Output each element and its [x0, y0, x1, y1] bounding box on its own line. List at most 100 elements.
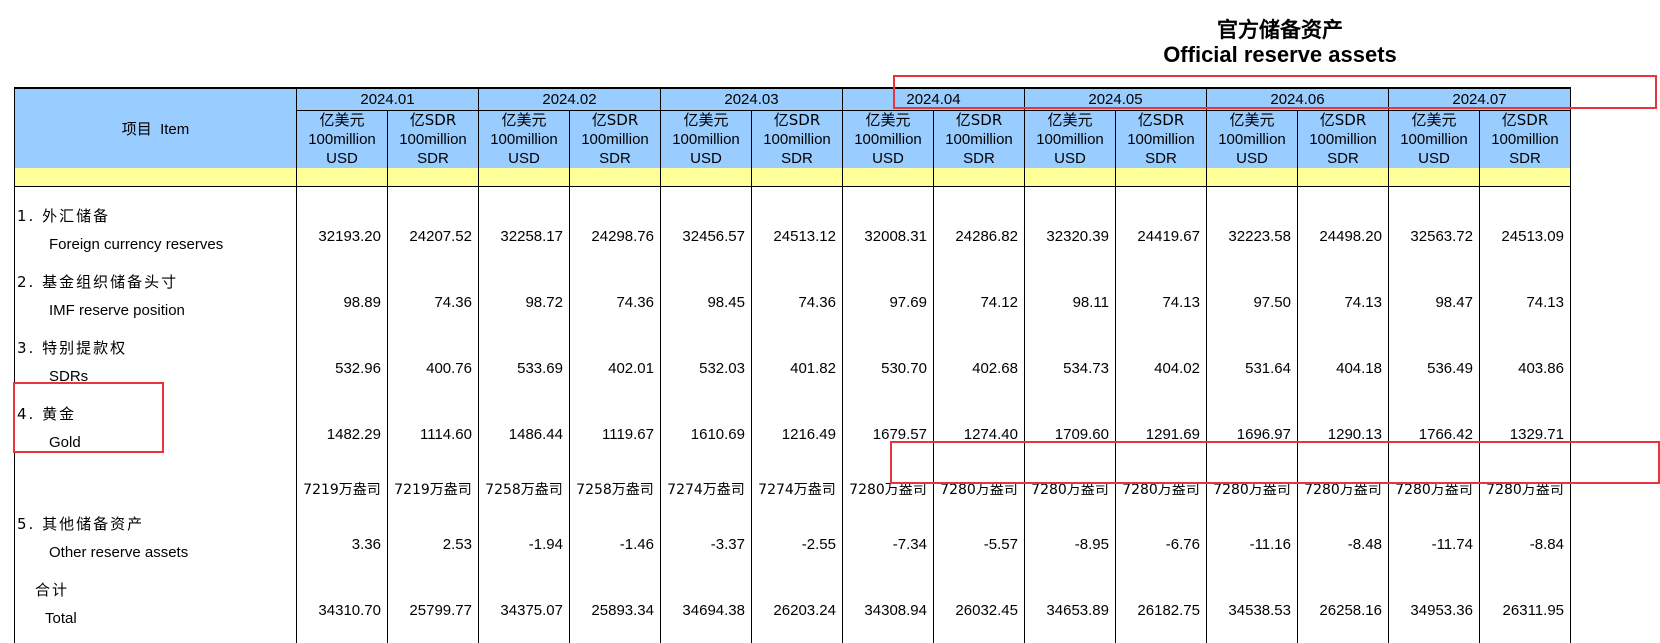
value-cell: 1709.60 [1024, 401, 1116, 467]
spacer-cell [1297, 186, 1389, 203]
header-band-cell [660, 168, 752, 187]
value-cell: 32193.20 [296, 203, 388, 269]
unit-text: SDR [1509, 150, 1541, 167]
header-band-cell [1479, 168, 1571, 187]
unit-text: 亿美元 [1047, 111, 1093, 129]
gold-ounces-cell: 7258万盎司 [478, 467, 570, 511]
unit-text: USD [872, 150, 904, 167]
value-cell: -8.95 [1024, 511, 1116, 577]
value-cell: 32563.72 [1388, 203, 1480, 269]
unit-header-sdr: 亿SDR 100million SDR [933, 110, 1025, 168]
value-cell: 34538.53 [1206, 577, 1298, 643]
table-row: 5. 其他储备资产 Other reserve assets 3.36 2.53 -1.… [14, 511, 1571, 577]
value-cell: 34653.89 [1024, 577, 1116, 643]
value-cell: -8.48 [1297, 511, 1389, 577]
value-cell: 530.70 [842, 335, 934, 401]
month-header: 2024.05 [1024, 87, 1207, 111]
value-cell: 401.82 [751, 335, 843, 401]
unit-text: USD [1418, 150, 1450, 167]
spacer-cell [1115, 186, 1207, 203]
row-label: 合计 Total [14, 577, 297, 643]
value-cell: -6.76 [1115, 511, 1207, 577]
table-row: 1. 外汇储备 Foreign currency reserves 32193.20… [14, 203, 1571, 269]
row-label: 1. 外汇储备 Foreign currency reserves [14, 203, 297, 269]
value-cell: 34310.70 [296, 577, 388, 643]
value-cell: 32456.57 [660, 203, 752, 269]
value-cell: 24513.09 [1479, 203, 1571, 269]
month-header: 2024.01 [296, 87, 479, 111]
unit-text: 100million [1400, 131, 1468, 148]
spacer-cell [1479, 186, 1571, 203]
header-band-cell [296, 168, 388, 187]
gold-ounces-cell: 7280万盎司 [1024, 467, 1116, 511]
table-row: 7219万盎司 7219万盎司 7258万盎司 7258万盎司 7274万盎司 7274万… [14, 467, 1571, 511]
value-cell: 1610.69 [660, 401, 752, 467]
table-body: 1. 外汇储备 Foreign currency reserves 32193.20… [14, 203, 1571, 643]
value-cell: 74.13 [1479, 269, 1571, 335]
title-zh: 官方储备资产 [1217, 18, 1343, 42]
unit-text: 100million [1127, 131, 1195, 148]
value-cell: 1216.49 [751, 401, 843, 467]
row-label: 5. 其他储备资产 Other reserve assets [14, 511, 297, 577]
header-band-cell [1388, 168, 1480, 187]
unit-header-sdr: 亿SDR 100million SDR [1115, 110, 1207, 168]
value-cell: -7.34 [842, 511, 934, 577]
value-cell: 1679.57 [842, 401, 934, 467]
gold-ounces-cell: 7280万盎司 [1206, 467, 1298, 511]
value-cell: 531.64 [1206, 335, 1298, 401]
unit-text: USD [690, 150, 722, 167]
unit-header-sdr: 亿SDR 100million SDR [751, 110, 843, 168]
unit-text: SDR [417, 150, 449, 167]
value-cell: 32223.58 [1206, 203, 1298, 269]
unit-text: 100million [308, 131, 376, 148]
spacer-cell [1206, 186, 1298, 203]
value-cell: -8.84 [1479, 511, 1571, 577]
month-header: 2024.03 [660, 87, 843, 111]
unit-text: 100million [1218, 131, 1286, 148]
value-cell: 534.73 [1024, 335, 1116, 401]
value-cell: -2.55 [751, 511, 843, 577]
reserve-table: 项目 Item 2024.01 2024.02 2024.03 2024.04 … [14, 87, 1571, 643]
item-header: 项目 Item [14, 87, 297, 168]
value-cell: 97.50 [1206, 269, 1298, 335]
spacer-row [14, 186, 1571, 203]
value-cell: 74.13 [1115, 269, 1207, 335]
unit-text: 亿SDR [955, 111, 1003, 129]
value-cell: 1114.60 [387, 401, 479, 467]
value-cell: 98.11 [1024, 269, 1116, 335]
spacer-cell [296, 186, 388, 203]
unit-text: 100million [1309, 131, 1377, 148]
value-cell: 1696.97 [1206, 401, 1298, 467]
unit-text: 100million [1491, 131, 1559, 148]
value-cell: 24419.67 [1115, 203, 1207, 269]
spacer-cell [569, 186, 661, 203]
value-cell: 1482.29 [296, 401, 388, 467]
month-header: 2024.04 [842, 87, 1025, 111]
value-cell: 404.02 [1115, 335, 1207, 401]
gold-ounces-cell: 7280万盎司 [1297, 467, 1389, 511]
unit-header-usd: 亿美元 100million USD [1388, 110, 1480, 168]
gold-ounces-cell: 7280万盎司 [842, 467, 934, 511]
value-cell: 1486.44 [478, 401, 570, 467]
header-band-cell [1024, 168, 1116, 187]
unit-text: 亿美元 [1229, 111, 1275, 129]
unit-text: SDR [781, 150, 813, 167]
value-cell: 74.13 [1297, 269, 1389, 335]
row-label: 3. 特别提款权 SDRs [14, 335, 297, 401]
unit-text: 亿SDR [409, 111, 457, 129]
value-cell: -1.94 [478, 511, 570, 577]
header-band-cell [478, 168, 570, 187]
row-label-en: SDRs [49, 368, 89, 385]
row-label-zh: 合计 [35, 581, 70, 599]
value-cell: 1119.67 [569, 401, 661, 467]
gold-ounces-cell: 7280万盎司 [1115, 467, 1207, 511]
unit-text: 100million [399, 131, 467, 148]
spacer-cell [478, 186, 570, 203]
value-cell: 74.36 [569, 269, 661, 335]
spacer-cell [1388, 186, 1480, 203]
value-cell: 24207.52 [387, 203, 479, 269]
value-cell: -11.16 [1206, 511, 1298, 577]
value-cell: 98.89 [296, 269, 388, 335]
unit-text: USD [1054, 150, 1086, 167]
row-label-en: Foreign currency reserves [49, 236, 224, 253]
